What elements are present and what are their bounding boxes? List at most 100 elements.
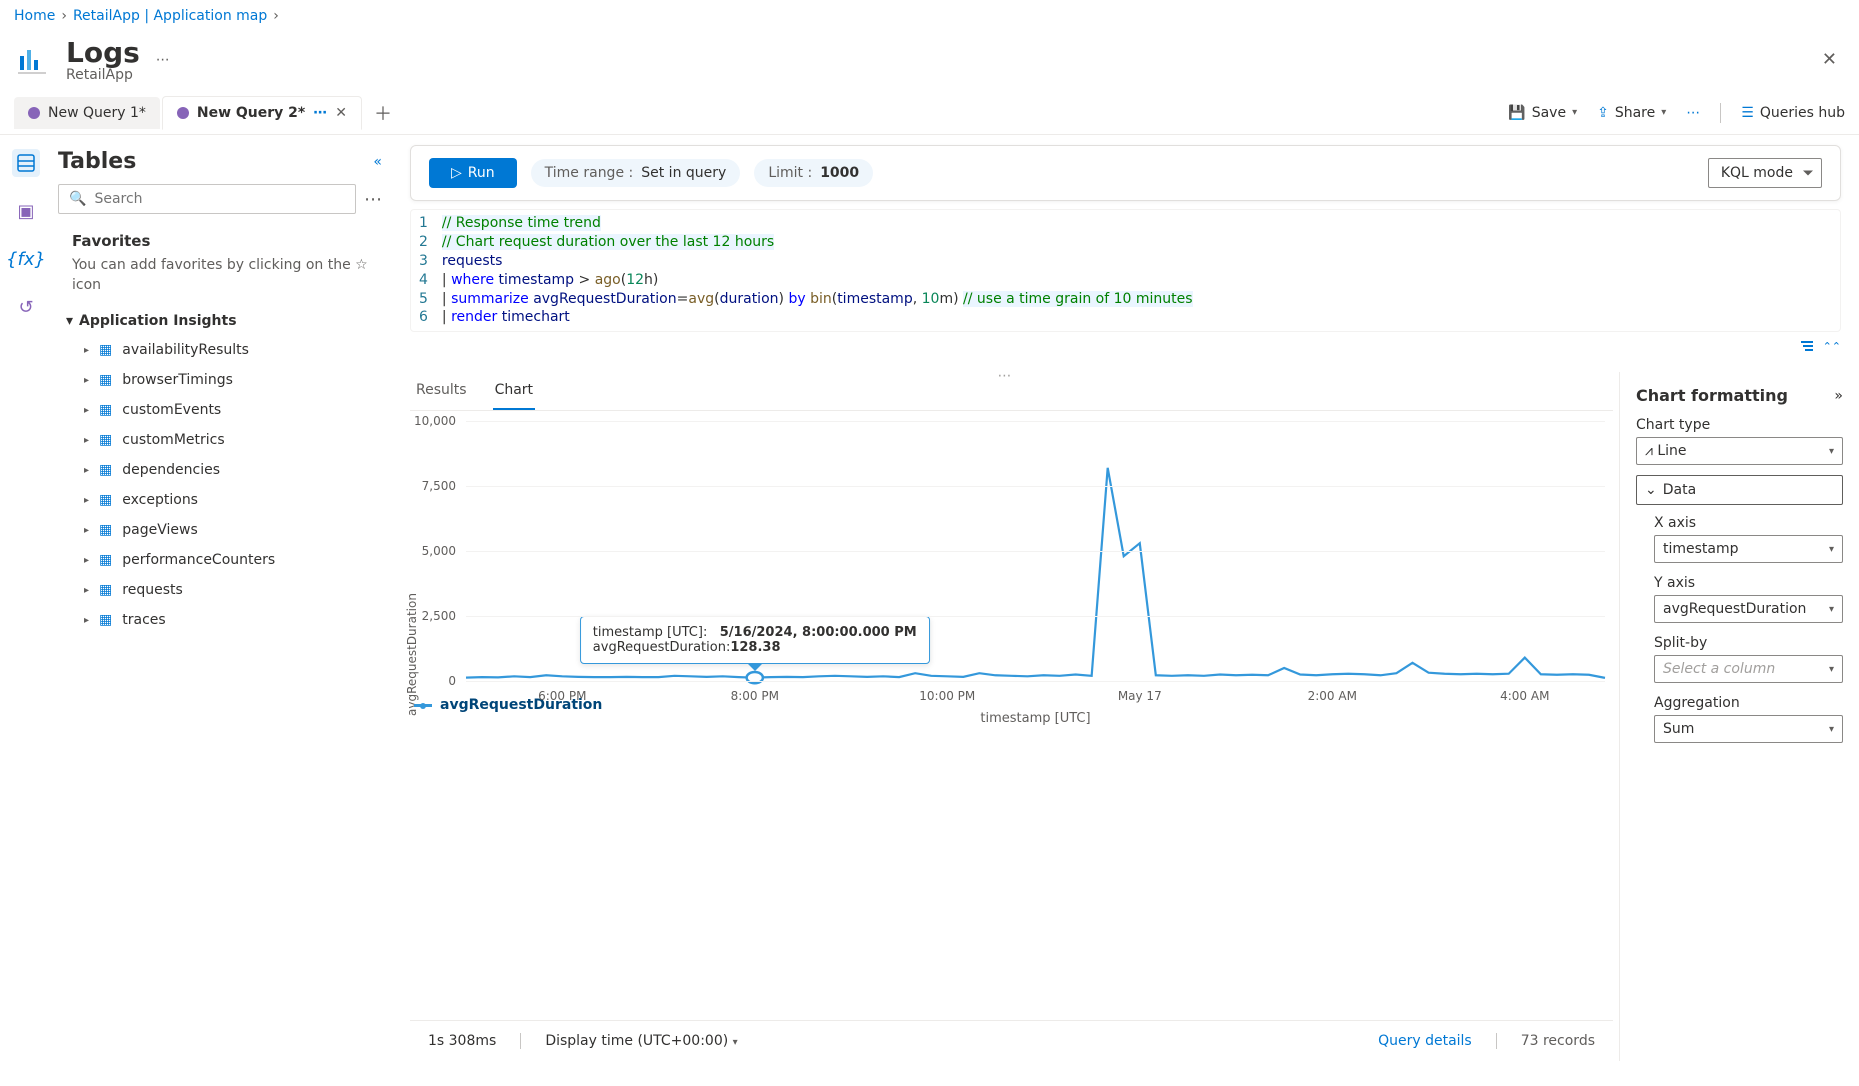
tree-item-performanceCounters[interactable]: ▸▦performanceCounters (62, 545, 378, 575)
chevron-down-icon: ▾ (1829, 604, 1834, 615)
tree-item-exceptions[interactable]: ▸▦exceptions (62, 485, 378, 515)
tab-query-2[interactable]: New Query 2* ⋯ ✕ (162, 96, 362, 130)
search-input-wrapper[interactable]: 🔍 (58, 184, 356, 214)
aggregation-select[interactable]: Sum▾ (1654, 715, 1843, 743)
xaxis-label: X axis (1654, 515, 1843, 531)
tree-item-dependencies[interactable]: ▸▦dependencies (62, 455, 378, 485)
tables-panel: Tables « 🔍 ⋯ Favorites You can add favor… (52, 135, 392, 1061)
caret-right-icon: ▸ (84, 555, 89, 566)
tree-item-customEvents[interactable]: ▸▦customEvents (62, 395, 378, 425)
tab-query-1[interactable]: New Query 1* (14, 97, 160, 129)
caret-right-icon: ▸ (84, 345, 89, 356)
tree-item-traces[interactable]: ▸▦traces (62, 605, 378, 635)
functions-icon[interactable]: {fx} (12, 245, 40, 273)
play-icon: ▷ (451, 165, 462, 181)
tab-more-icon[interactable]: ⋯ (313, 105, 327, 121)
line-chart-icon: ⩘ (1645, 443, 1653, 459)
legend-marker (414, 704, 432, 707)
chevron-down-icon: ▾ (1829, 664, 1834, 675)
xaxis-select[interactable]: timestamp▾ (1654, 535, 1843, 563)
query-details-link[interactable]: Query details (1378, 1033, 1472, 1049)
editor-options[interactable]: ⌃⌃ (1801, 340, 1841, 353)
page-header: Logs RetailApp ⋯ ✕ (0, 32, 1859, 91)
caret-right-icon: ▸ (84, 615, 89, 626)
tab-chart[interactable]: Chart (493, 372, 535, 410)
share-icon: ⇪ (1597, 105, 1609, 121)
tree-item-customMetrics[interactable]: ▸▦customMetrics (62, 425, 378, 455)
chevron-right-icon: › (61, 8, 67, 24)
caret-right-icon: ▸ (84, 435, 89, 446)
more-icon[interactable]: ⋯ (364, 189, 382, 210)
separator (1496, 1033, 1497, 1049)
query-toolbar: ▷ Run Time range : Set in query Limit : … (410, 145, 1841, 201)
search-input[interactable] (94, 191, 345, 207)
table-icon: ▦ (99, 612, 112, 628)
record-count: 73 records (1521, 1033, 1595, 1049)
query-tabs: New Query 1* New Query 2* ⋯ ✕ ＋ 💾 Save ▾… (0, 91, 1859, 135)
display-time-selector[interactable]: Display time (UTC+00:00) ▾ (545, 1033, 737, 1049)
tree-item-browserTimings[interactable]: ▸▦browserTimings (62, 365, 378, 395)
caret-right-icon: ▸ (84, 525, 89, 536)
tree-item-pageViews[interactable]: ▸▦pageViews (62, 515, 378, 545)
caret-right-icon: ▸ (84, 585, 89, 596)
save-icon: 💾 (1508, 105, 1525, 121)
data-section-toggle[interactable]: ⌄ Data (1636, 475, 1843, 505)
elapsed-time: 1s 308ms (428, 1033, 496, 1049)
queries-hub-button[interactable]: ☰ Queries hub (1741, 105, 1845, 121)
status-bar: 1s 308ms Display time (UTC+00:00) ▾ Quer… (410, 1020, 1613, 1061)
tables-icon[interactable] (12, 149, 40, 177)
splitby-select[interactable]: Select a column▾ (1654, 655, 1843, 683)
collapse-panel-icon[interactable]: » (1834, 388, 1843, 404)
chart-tooltip: timestamp [UTC]: 5/16/2024, 8:00:00.000 … (580, 616, 930, 664)
yaxis-label: Y axis (1654, 575, 1843, 591)
caret-right-icon: ▸ (84, 405, 89, 416)
breadcrumb-home[interactable]: Home (14, 8, 55, 24)
chart-type-select[interactable]: ⩘ Line ▾ (1636, 437, 1843, 465)
table-icon: ▦ (99, 492, 112, 508)
more-icon[interactable]: ⋯ (1686, 105, 1700, 121)
resize-grip[interactable]: ⋯ (998, 372, 1014, 384)
caret-right-icon: ▸ (84, 495, 89, 506)
breadcrumb-appmap[interactable]: RetailApp | Application map (73, 8, 267, 24)
chevron-down-icon: ▾ (1829, 446, 1834, 457)
share-button[interactable]: ⇪ Share ▾ (1597, 105, 1666, 121)
chevron-down-icon: ▾ (1572, 107, 1577, 118)
tab-label: New Query 2* (197, 105, 305, 121)
caret-right-icon: ▸ (84, 465, 89, 476)
save-button[interactable]: 💾 Save ▾ (1508, 105, 1577, 121)
chart-type-label: Chart type (1636, 417, 1843, 433)
logs-icon (14, 42, 50, 78)
main-content: ▷ Run Time range : Set in query Limit : … (392, 135, 1859, 1061)
run-button[interactable]: ▷ Run (429, 158, 517, 188)
close-icon[interactable]: ✕ (1814, 41, 1845, 78)
history-icon[interactable]: ↺ (12, 293, 40, 321)
breadcrumb: Home › RetailApp | Application map › (0, 0, 1859, 32)
chart-area: avgRequestDuration timestamp [UTC]: 5/16… (410, 411, 1613, 1020)
bulb-icon (28, 107, 40, 119)
splitby-label: Split-by (1654, 635, 1843, 651)
limit-pill[interactable]: Limit : 1000 (754, 159, 873, 187)
time-range-pill[interactable]: Time range : Set in query (531, 159, 741, 187)
more-icon[interactable]: ⋯ (156, 52, 170, 68)
editor-code[interactable]: // Response time trend // Chart request … (442, 214, 1840, 327)
add-tab-button[interactable]: ＋ (364, 94, 402, 132)
folder-icon[interactable]: ▣ (12, 197, 40, 225)
table-icon: ▦ (99, 432, 112, 448)
aggregation-label: Aggregation (1654, 695, 1843, 711)
tree-item-requests[interactable]: ▸▦requests (62, 575, 378, 605)
collapse-icon[interactable]: « (373, 154, 382, 170)
separator (520, 1033, 521, 1049)
tab-results[interactable]: Results (414, 372, 469, 410)
tree-item-availabilityResults[interactable]: ▸▦availabilityResults (62, 335, 378, 365)
table-icon: ▦ (99, 522, 112, 538)
table-icon: ▦ (99, 372, 112, 388)
query-editor[interactable]: 123456 // Response time trend // Chart r… (410, 209, 1841, 332)
mode-selector[interactable]: KQL mode (1708, 158, 1822, 188)
yaxis-select[interactable]: avgRequestDuration▾ (1654, 595, 1843, 623)
chevron-down-icon: ▾ (733, 1037, 738, 1048)
tab-close-icon[interactable]: ✕ (335, 105, 347, 121)
tree-group-app-insights[interactable]: ▾ Application Insights (62, 307, 378, 335)
table-icon: ▦ (99, 552, 112, 568)
chart-plot[interactable]: timestamp [UTC]: 5/16/2024, 8:00:00.000 … (466, 421, 1605, 681)
page-title: Logs (66, 36, 140, 69)
